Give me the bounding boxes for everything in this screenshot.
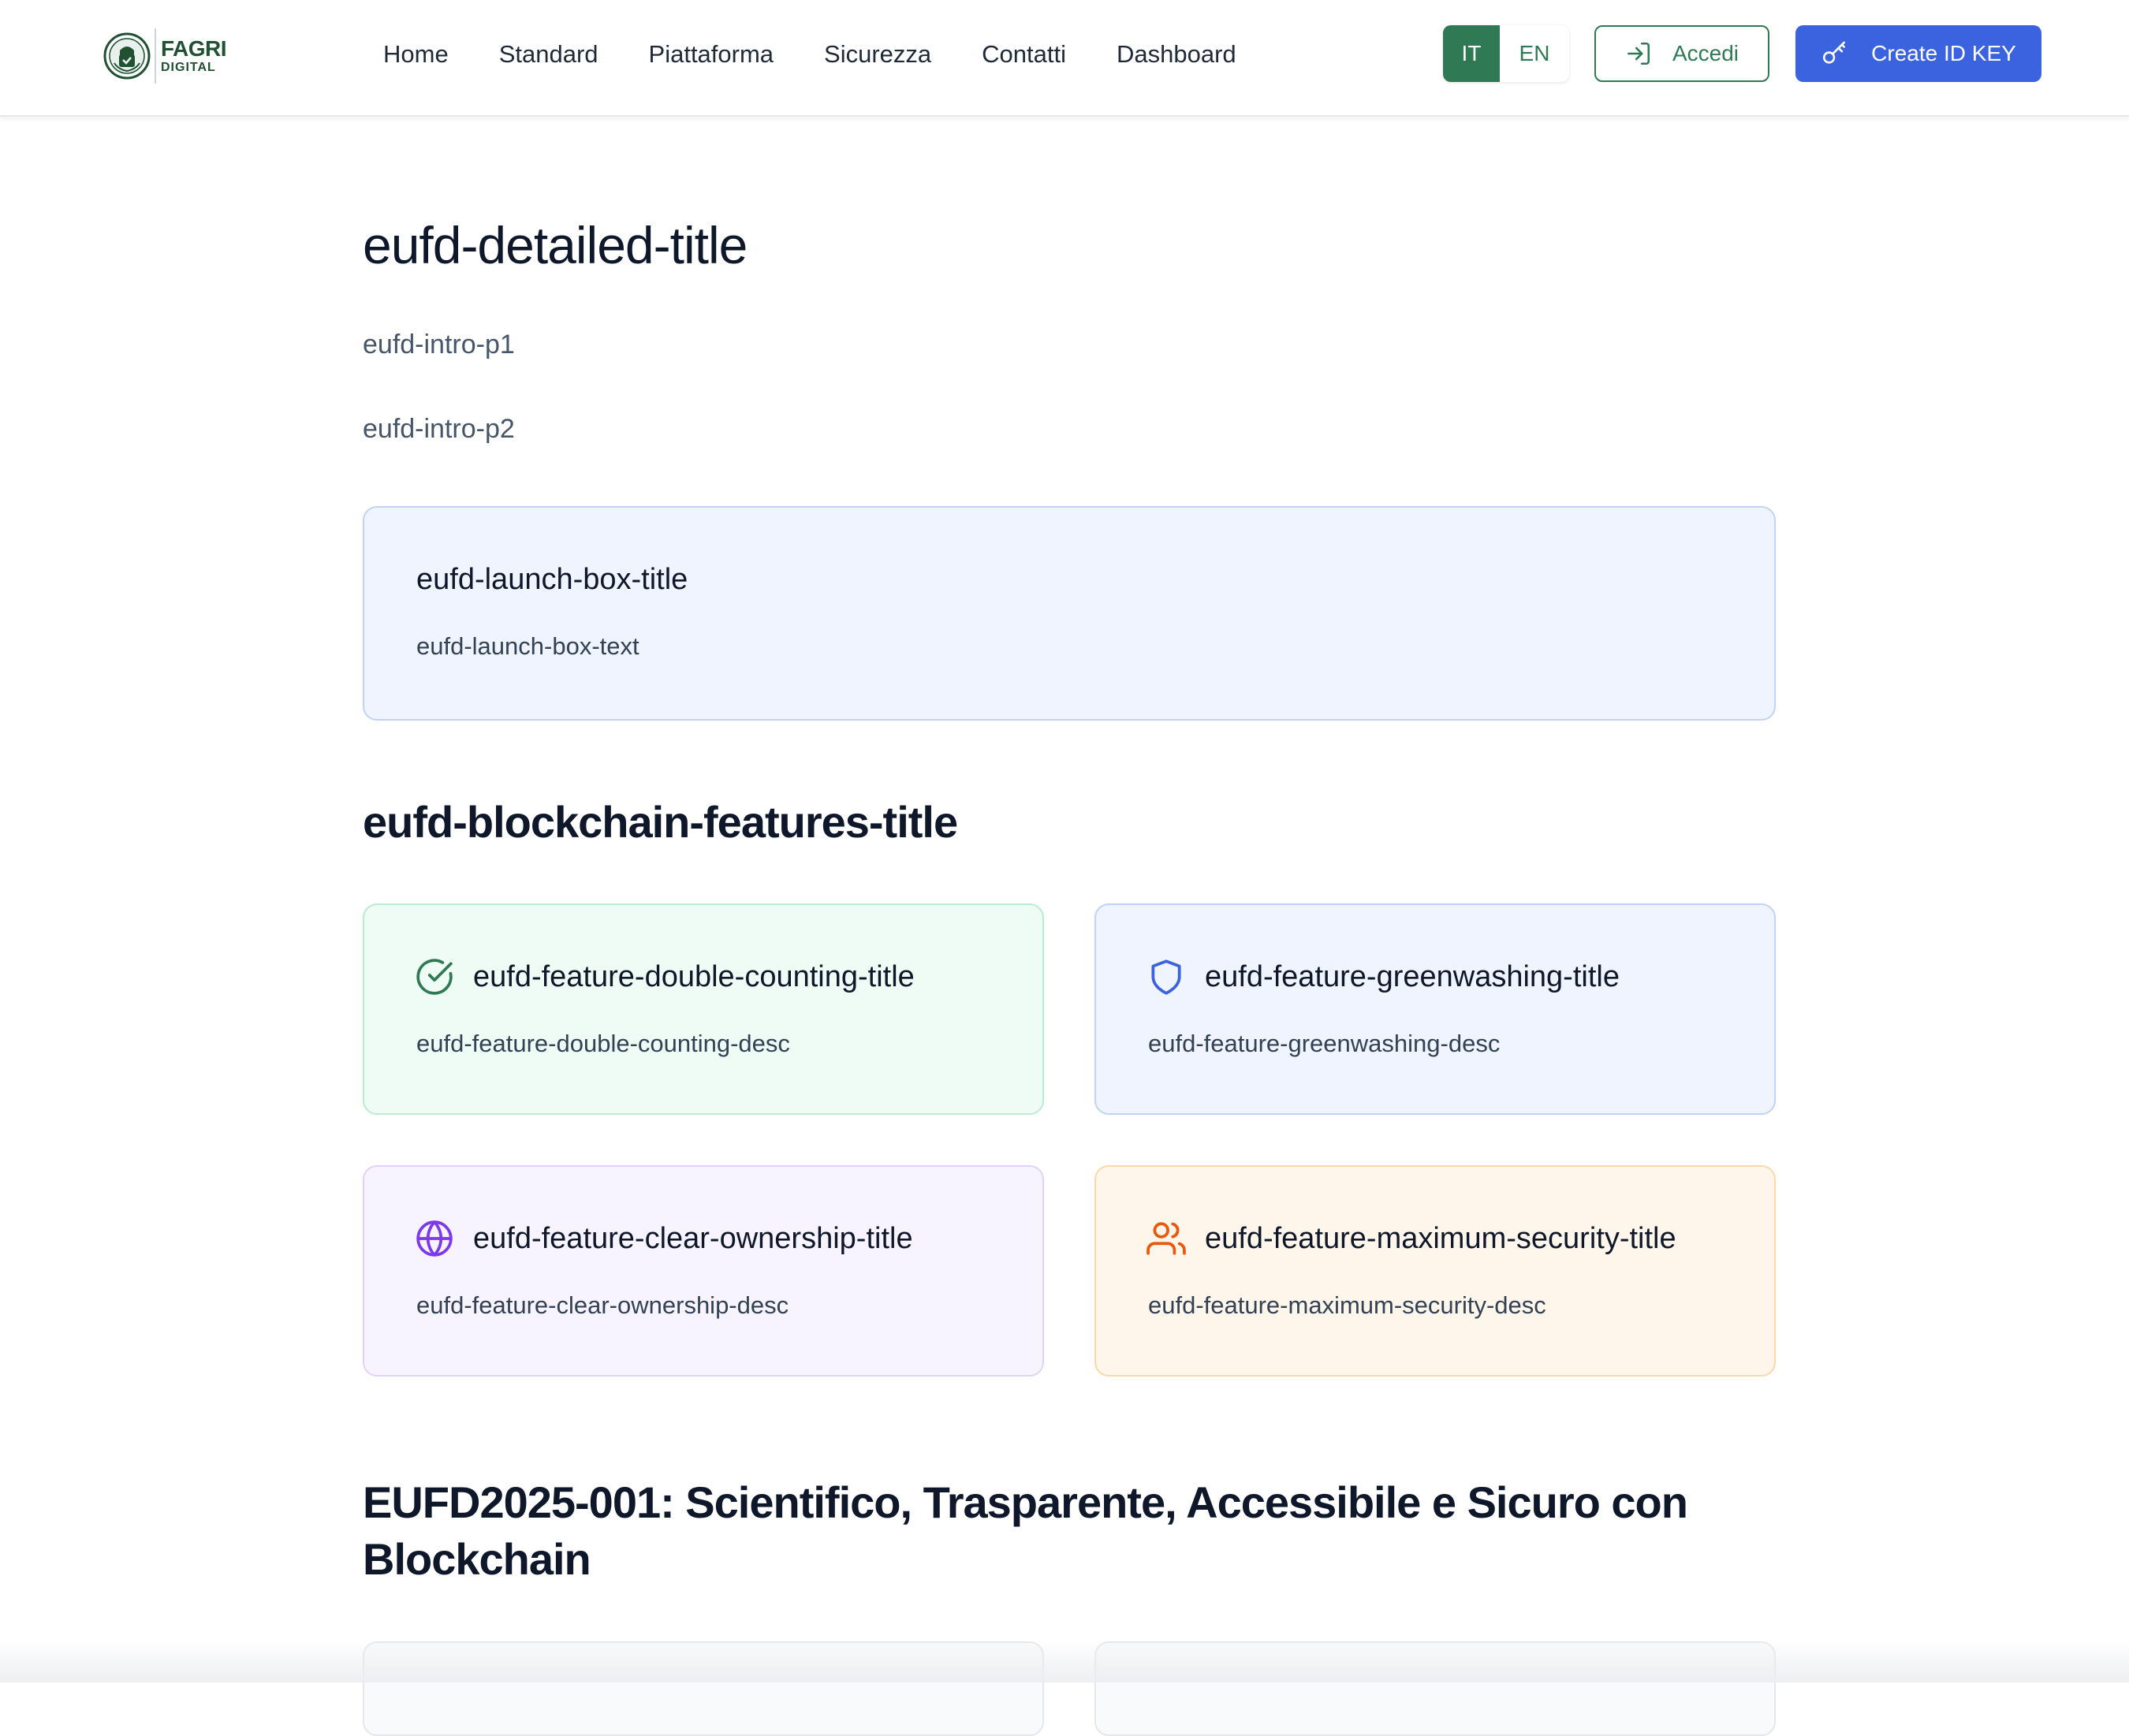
feature-desc: eufd-feature-clear-ownership-desc <box>416 1291 789 1319</box>
feature-card-maximum-security: eufd-feature-maximum-security-title eufd… <box>1094 1165 1776 1377</box>
feature-title: eufd-feature-clear-ownership-title <box>473 1222 913 1255</box>
brand-name: FAGRI <box>161 36 227 61</box>
launch-box-title: eufd-launch-box-title <box>416 563 688 596</box>
intro-paragraph-1: eufd-intro-p1 <box>363 330 515 359</box>
feature-title: eufd-feature-greenwashing-title <box>1205 960 1620 993</box>
feature-title: eufd-feature-double-counting-title <box>473 960 915 993</box>
main-nav: Home Standard Piattaforma Sicurezza Cont… <box>383 35 1287 74</box>
users-icon <box>1147 1222 1186 1255</box>
section-title: EUFD2025-001: Scientifico, Trasparente, … <box>363 1477 1688 1584</box>
login-icon <box>1627 42 1650 65</box>
check-circle-icon <box>416 959 453 995</box>
brand-logo[interactable]: FAGRI DIGITAL <box>103 27 227 85</box>
features-title: eufd-blockchain-features-title <box>363 797 958 847</box>
feature-card-clear-ownership: eufd-feature-clear-ownership-title eufd-… <box>363 1165 1044 1377</box>
top-navbar: FAGRI DIGITAL Home Standard Piattaforma … <box>0 0 2129 117</box>
feature-desc: eufd-feature-maximum-security-desc <box>1148 1291 1546 1319</box>
launch-box-text: eufd-launch-box-text <box>416 632 639 660</box>
brand-subname: DIGITAL <box>161 61 216 74</box>
logo-emblem-icon <box>103 32 151 80</box>
login-label: Accedi <box>1672 41 1739 65</box>
logo-divider <box>155 28 156 84</box>
nav-item-standard[interactable]: Standard <box>499 40 598 69</box>
create-id-key-button[interactable]: Create ID KEY <box>1795 25 2041 82</box>
page-title: eufd-detailed-title <box>363 216 748 274</box>
key-icon <box>1823 41 1846 64</box>
globe-icon <box>416 1220 453 1257</box>
login-button[interactable]: Accedi <box>1594 25 1769 82</box>
nav-item-piattaforma[interactable]: Piattaforma <box>649 40 774 69</box>
brand-wordmark: FAGRI DIGITAL <box>161 36 227 74</box>
nav-item-contatti[interactable]: Contatti <box>982 40 1066 69</box>
language-switcher: IT EN <box>1443 25 1569 82</box>
launch-box: eufd-launch-box-title eufd-launch-box-te… <box>363 506 1776 721</box>
bottom-fade-overlay <box>0 1640 2129 1682</box>
shield-icon <box>1151 959 1181 995</box>
nav-item-dashboard[interactable]: Dashboard <box>1117 40 1236 69</box>
feature-desc: eufd-feature-double-counting-desc <box>416 1030 790 1057</box>
language-en-button[interactable]: EN <box>1500 25 1569 82</box>
nav-item-sicurezza[interactable]: Sicurezza <box>824 40 931 69</box>
nav-item-home[interactable]: Home <box>383 40 449 69</box>
intro-paragraph-2: eufd-intro-p2 <box>363 414 515 444</box>
create-id-key-label: Create ID KEY <box>1871 41 2016 65</box>
feature-card-double-counting: eufd-feature-double-counting-title eufd-… <box>363 903 1044 1115</box>
feature-desc: eufd-feature-greenwashing-desc <box>1148 1030 1501 1057</box>
language-it-button[interactable]: IT <box>1443 25 1500 82</box>
feature-title: eufd-feature-maximum-security-title <box>1205 1222 1676 1255</box>
feature-card-greenwashing: eufd-feature-greenwashing-title eufd-fea… <box>1094 903 1776 1115</box>
